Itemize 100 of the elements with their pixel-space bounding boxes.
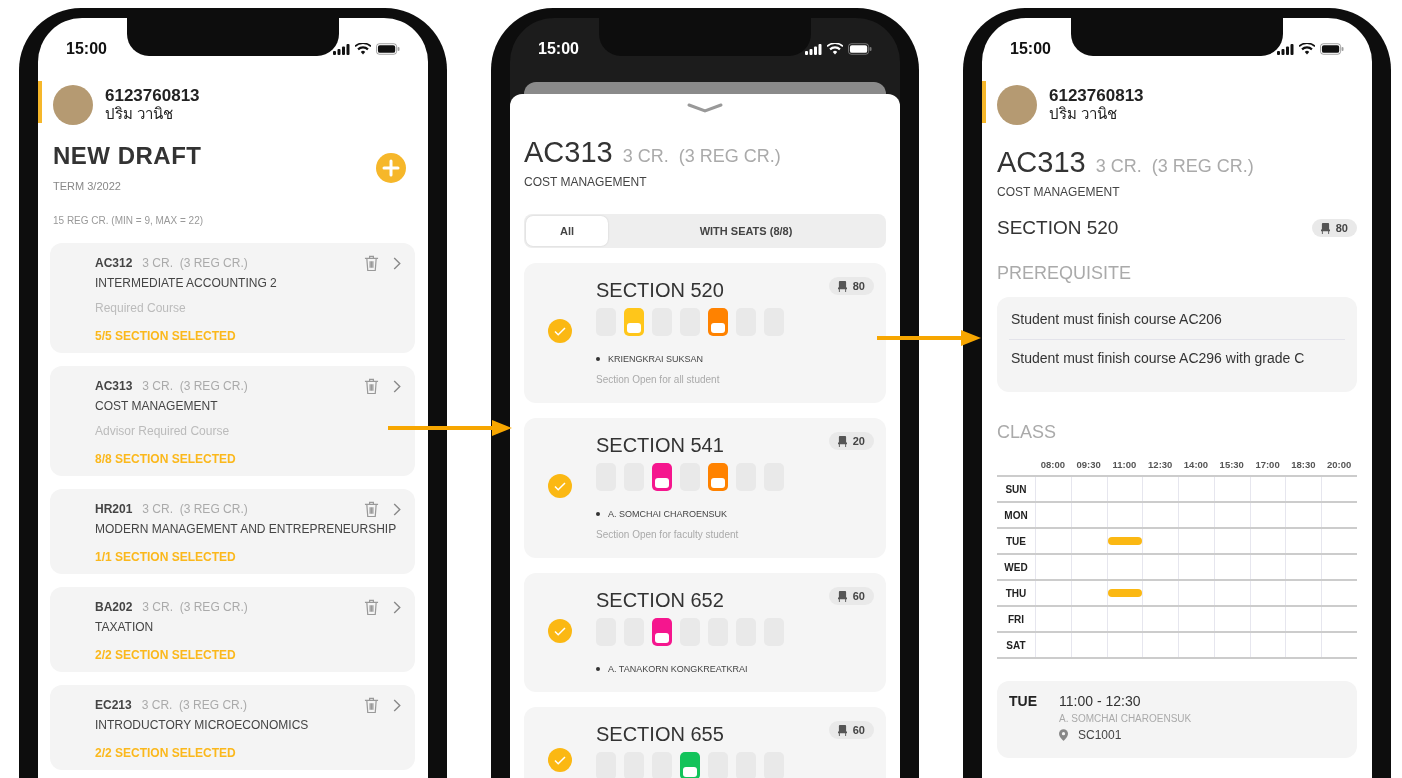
section-heading: CLASS bbox=[997, 422, 1058, 443]
filter-tab[interactable]: WITH SEATS (8/8) bbox=[608, 216, 884, 246]
active-indicator bbox=[38, 81, 42, 123]
section-note: Section Open for all student bbox=[596, 374, 721, 385]
status-time: 15:00 bbox=[538, 40, 579, 58]
checked-icon[interactable] bbox=[548, 618, 572, 643]
status-time: 15:00 bbox=[1010, 40, 1051, 58]
day-label: SUN bbox=[1004, 482, 1028, 497]
seat-count: 80 bbox=[852, 280, 865, 292]
section-title: SECTION 520 bbox=[596, 279, 724, 302]
course-name: MODERN MANAGEMENT AND ENTREPRENEURSHIP bbox=[95, 522, 398, 536]
course-card[interactable]: HR201 3 CR. (3 REG CR.) MODERN MANAGEMENT AND ENTREPRENEURSHIP 1/1 SECTION SELECTED bbox=[50, 489, 415, 574]
active-indicator bbox=[982, 81, 986, 123]
section-title: SECTION 655 bbox=[596, 723, 724, 746]
bullet-icon bbox=[596, 667, 600, 671]
student-name: ปริม วานิช bbox=[1049, 105, 1119, 123]
seat-icon bbox=[1320, 222, 1330, 234]
wifi-icon bbox=[827, 43, 843, 55]
student-name: ปริม วานิช bbox=[105, 105, 175, 123]
course-card[interactable]: EC213 3 CR. (3 REG CR.) INTRODUCTORY MICROECONOMICS 2/2 SECTION SELECTED bbox=[50, 685, 415, 770]
prerequisite-text: Student must finish course AC296 with grade C bbox=[1009, 339, 1345, 378]
seat-count: 60 bbox=[852, 724, 865, 736]
student-id: 6123760813 bbox=[105, 87, 200, 105]
section-status: 1/1 SECTION SELECTED bbox=[95, 550, 237, 564]
section-title: SECTION 541 bbox=[596, 434, 724, 457]
course-code: AC312 bbox=[95, 256, 133, 270]
room-label: SC1001 bbox=[1078, 728, 1122, 742]
time-label: 12:30 bbox=[1147, 458, 1174, 470]
day-label: TUE bbox=[1005, 534, 1027, 549]
page-title: NEW DRAFT bbox=[53, 142, 202, 170]
avatar bbox=[997, 85, 1037, 125]
instructor-name: KRIENGKRAI SUKSAN bbox=[608, 354, 704, 364]
time-label: 14:00 bbox=[1182, 458, 1210, 470]
class-bar bbox=[1107, 537, 1143, 545]
section-card[interactable]: SECTION 541 20 A. SOMCHAI CHAROENSUK Section Open for faculty student bbox=[524, 418, 886, 558]
course-credits: 3 CR. (3 REG CR.) bbox=[1095, 156, 1254, 177]
time-label: 20:00 bbox=[1325, 458, 1353, 470]
section-note: Section Open for faculty student bbox=[596, 529, 740, 540]
section-card[interactable]: SECTION 520 80 KRIENGKRAI SUKSAN Section Open for all student bbox=[524, 263, 886, 403]
course-code: EC213 bbox=[95, 698, 132, 712]
section-card[interactable]: SECTION 655 60 bbox=[524, 707, 886, 778]
trash-icon[interactable] bbox=[364, 254, 379, 272]
signal-icon bbox=[333, 43, 350, 55]
instructor-name: A. SOMCHAI CHAROENSUK bbox=[1059, 713, 1192, 724]
battery-icon bbox=[1320, 43, 1344, 55]
battery-icon bbox=[848, 43, 872, 55]
class-bar bbox=[1107, 589, 1143, 597]
course-card[interactable]: BA202 3 CR. (3 REG CR.) TAXATION 2/2 SECTION SELECTED bbox=[50, 587, 415, 672]
section-status: 5/5 SECTION SELECTED bbox=[95, 329, 237, 343]
course-name: COST MANAGEMENT bbox=[524, 175, 648, 189]
checked-icon[interactable] bbox=[548, 319, 572, 343]
instructor-name: A. TANAKORN KONGKREATKRAI bbox=[608, 664, 748, 674]
seat-count: 60 bbox=[852, 590, 865, 602]
course-credits: 3 CR. (3 REG CR.) bbox=[142, 379, 248, 393]
meeting-time: 11:00 - 12:30 bbox=[1059, 693, 1142, 709]
credit-summary: 15 REG CR. (MIN = 9, MAX = 22) bbox=[52, 214, 205, 226]
day-label: WED bbox=[1003, 560, 1029, 575]
checked-icon[interactable] bbox=[548, 748, 572, 772]
chevron-down-icon[interactable] bbox=[687, 103, 723, 113]
section-status: 8/8 SECTION SELECTED bbox=[95, 452, 237, 466]
bullet-icon bbox=[596, 357, 600, 361]
course-credits: 3 CR. (3 REG CR.) bbox=[622, 146, 781, 167]
day-label: MON bbox=[1003, 508, 1029, 523]
chevron-right-icon[interactable] bbox=[393, 698, 401, 712]
seat-icon bbox=[837, 280, 847, 292]
chevron-right-icon[interactable] bbox=[393, 256, 401, 270]
bullet-icon bbox=[596, 512, 600, 516]
chevron-right-icon[interactable] bbox=[393, 502, 401, 516]
checked-icon[interactable] bbox=[548, 474, 572, 498]
term-label: TERM 3/2022 bbox=[53, 180, 122, 192]
trash-icon[interactable] bbox=[364, 500, 379, 518]
course-code: AC313 bbox=[524, 136, 613, 169]
signal-icon bbox=[805, 43, 822, 55]
trash-icon[interactable] bbox=[364, 598, 379, 616]
course-code: AC313 bbox=[997, 146, 1086, 179]
seat-count: 20 bbox=[852, 435, 865, 447]
course-card[interactable]: AC312 3 CR. (3 REG CR.) INTERMEDIATE ACCOUNTING 2 Required Course 5/5 SECTION SELECTED bbox=[50, 243, 415, 353]
section-card[interactable]: SECTION 652 60 A. TANAKORN KONGKREATKRAI bbox=[524, 573, 886, 692]
add-button[interactable] bbox=[376, 153, 406, 183]
course-code: BA202 bbox=[95, 600, 133, 614]
chevron-right-icon[interactable] bbox=[393, 379, 401, 393]
section-status: 2/2 SECTION SELECTED bbox=[95, 648, 237, 662]
location-pin-icon bbox=[1059, 729, 1068, 741]
time-label: 11:00 bbox=[1111, 458, 1138, 470]
seat-icon bbox=[837, 724, 847, 736]
course-credits: 3 CR. (3 REG CR.) bbox=[142, 502, 248, 516]
trash-icon[interactable] bbox=[364, 377, 379, 395]
course-card[interactable]: AC313 3 CR. (3 REG CR.) COST MANAGEMENT Advisor Required Course 8/8 SECTION SELECTED bbox=[50, 366, 415, 476]
day-label: SAT bbox=[1005, 638, 1027, 653]
course-credits: 3 CR. (3 REG CR.) bbox=[141, 698, 248, 712]
section-title: SECTION 520 bbox=[997, 217, 1119, 239]
trash-icon[interactable] bbox=[364, 696, 379, 714]
battery-icon bbox=[376, 43, 400, 55]
time-label: 09:30 bbox=[1075, 458, 1102, 470]
seat-icon bbox=[837, 435, 847, 447]
section-status: 2/2 SECTION SELECTED bbox=[95, 746, 237, 760]
course-name: TAXATION bbox=[95, 620, 155, 634]
filter-tab[interactable]: All bbox=[526, 216, 608, 246]
wifi-icon bbox=[355, 43, 371, 55]
chevron-right-icon[interactable] bbox=[393, 600, 401, 614]
